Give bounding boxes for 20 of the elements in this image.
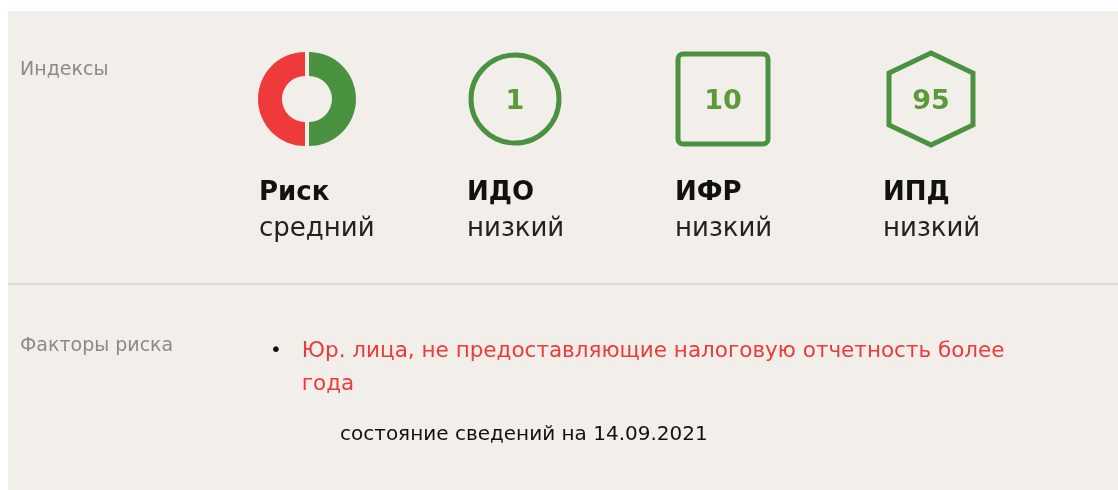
hexagon-icon bbox=[886, 50, 976, 148]
index-level: средний bbox=[259, 211, 375, 244]
square-icon bbox=[675, 51, 771, 147]
index-title: Риск bbox=[259, 175, 330, 208]
index-level: низкий bbox=[675, 211, 773, 244]
index-title: ИФР bbox=[675, 175, 742, 208]
index-level: низкий bbox=[883, 211, 981, 244]
bullet: • bbox=[270, 336, 282, 363]
risk-factor: Юр. лица, не предоставляющие налоговую отчетность более года bbox=[301, 336, 1006, 397]
index-level: низкий bbox=[467, 211, 565, 244]
index-value: 10 bbox=[704, 84, 742, 115]
index-value: 1 bbox=[505, 84, 525, 115]
index-title: ИПД bbox=[883, 175, 950, 208]
section-label: Факторы риска bbox=[19, 332, 175, 357]
circle-icon bbox=[468, 52, 562, 146]
index-value: 95 bbox=[912, 84, 950, 115]
section-label: Индексы bbox=[19, 56, 110, 81]
status-text: состояние сведений на 14.09.2021 bbox=[340, 421, 709, 445]
index-title: ИДО bbox=[467, 175, 535, 208]
donut-chart-icon bbox=[258, 52, 356, 146]
